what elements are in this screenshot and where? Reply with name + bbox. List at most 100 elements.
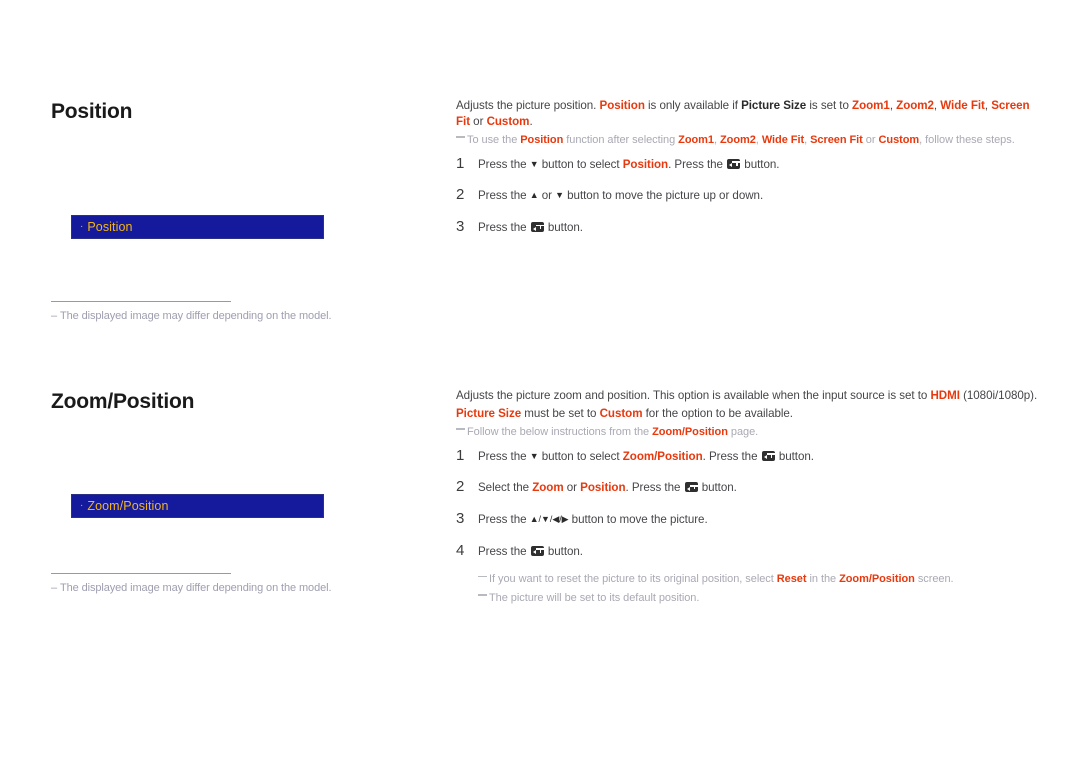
footnote-divider: [51, 301, 231, 302]
intro-highlight-custom: Custom: [486, 115, 530, 129]
intro-highlight-custom: Custom: [599, 407, 643, 421]
intro-text: or: [470, 115, 487, 129]
intro-text: .: [529, 115, 533, 129]
enter-key-icon: [530, 222, 544, 233]
subnote-text: in the: [806, 573, 840, 586]
intro-highlight-position: Position: [599, 99, 645, 112]
enter-key-icon: [684, 482, 698, 493]
osd-bullet-icon: ·: [80, 221, 84, 232]
intro-text: must be set to: [521, 407, 600, 421]
arrow-up-icon: ▲: [529, 190, 539, 201]
note-dash-icon: [456, 136, 465, 138]
note-highlight-screen-fit: Screen Fit: [810, 133, 863, 146]
note-position-usage: To use the Position function after selec…: [456, 133, 1041, 149]
step-text-part: . Press the: [702, 449, 761, 463]
note-text: or: [862, 133, 879, 146]
page-title-position: Position: [51, 100, 133, 123]
note-text: , follow these steps.: [919, 133, 1015, 146]
step-text: Press the button.: [478, 218, 583, 236]
step-item: 2 Select the Zoom or Position. Press the…: [456, 478, 1041, 496]
note-text: page.: [727, 425, 759, 438]
note-dash-icon: [456, 428, 465, 430]
subnote-text: If you want to reset the picture to its …: [489, 573, 777, 586]
subnote-text: screen.: [914, 573, 954, 586]
note-highlight-position: Position: [520, 133, 564, 146]
step-text: Press the ▼ button to select Zoom/Positi…: [478, 447, 814, 465]
intro-bold-picture-size: Picture Size: [741, 99, 807, 112]
intro-text: is set to: [806, 99, 853, 112]
intro-text: Adjusts the picture zoom and position. T…: [456, 389, 931, 402]
step-number: 3: [456, 510, 465, 528]
step-text: Select the Zoom or Position. Press the b…: [478, 478, 737, 496]
footnote-model-disclaimer: – The displayed image may differ dependin…: [51, 582, 332, 594]
step-number: 2: [456, 478, 465, 496]
step-text: Press the ▼ button to select Position. P…: [478, 155, 779, 173]
step-text-part: button.: [741, 157, 780, 171]
step-number: 4: [456, 541, 465, 559]
intro-text: Adjusts the picture position.: [456, 99, 600, 112]
intro-text: for the option to be available.: [642, 407, 793, 421]
step-text-part: button.: [775, 449, 814, 463]
note-dash-icon: [478, 575, 487, 578]
subnote-highlight-zoom-position: Zoom/Position: [839, 573, 915, 586]
step-text-part: Press the: [478, 449, 530, 463]
step-text-part: button.: [544, 544, 583, 558]
step-number: 1: [456, 446, 465, 464]
intro-highlight-hdmi: HDMI: [930, 389, 960, 402]
section-body-position: Adjusts the picture position. Position i…: [456, 98, 1041, 250]
enter-key-icon: [530, 545, 544, 556]
intro-highlight-picture-size: Picture Size: [456, 407, 522, 421]
step-text-part: button to select: [538, 157, 623, 171]
step-text-part: button.: [544, 221, 583, 235]
step-text-part: . Press the: [668, 157, 727, 171]
note-highlight-zoom2: Zoom2: [719, 133, 756, 146]
footnote-dash-icon: –: [51, 310, 58, 322]
intro-paragraph-position: Adjusts the picture position. Position i…: [456, 98, 1041, 131]
step-text-part: Press the: [478, 157, 530, 171]
note-highlight-wide-fit: Wide Fit: [761, 133, 805, 146]
step-text-part: Press the: [478, 221, 530, 235]
step-text-part: or: [563, 481, 581, 495]
direction-arrows-icon: ▲/▼/◀/▶: [529, 514, 569, 525]
step-item: 1 Press the ▼ button to select Position.…: [456, 155, 1041, 173]
intro-paragraph-picture-size: Picture Size must be set to Custom for t…: [456, 406, 1041, 422]
arrow-down-icon: ▼: [529, 158, 539, 169]
subnote-text: The picture will be set to its default p…: [489, 591, 700, 604]
footnote-text: The displayed image may differ depending…: [60, 310, 332, 322]
step-text-part: or: [538, 189, 556, 203]
note-highlight-zoom-position: Zoom/Position: [652, 425, 728, 438]
step-item: 4 Press the button.: [456, 542, 1041, 560]
steps-list-position: 1 Press the ▼ button to select Position.…: [456, 155, 1041, 236]
intro-text: is only available if: [644, 99, 742, 112]
osd-menu-label: Position: [87, 220, 133, 234]
osd-menu-item-zoom-position[interactable]: · Zoom/Position: [71, 494, 324, 518]
step-highlight-zoom-position: Zoom/Position: [622, 449, 703, 463]
step-text-part: Press the: [478, 513, 530, 527]
footnote-text: The displayed image may differ depending…: [60, 582, 332, 594]
note-text: Follow the below instructions from the: [467, 425, 653, 438]
section-body-zoom-position: Adjusts the picture zoom and position. T…: [456, 388, 1041, 608]
note-text: function after selecting: [563, 133, 679, 146]
subnote-highlight-reset: Reset: [776, 573, 807, 586]
step-highlight-position: Position: [580, 481, 626, 495]
intro-highlight-zoom1: Zoom1: [852, 99, 890, 112]
step-number: 1: [456, 154, 465, 172]
step-text-part: button to move the picture up or down.: [563, 189, 764, 203]
osd-menu-label: Zoom/Position: [87, 499, 169, 513]
step-text-part: Press the: [478, 189, 530, 203]
step-text-part: Select the: [478, 481, 533, 495]
note-highlight-zoom1: Zoom1: [678, 133, 714, 146]
step-text: Press the ▲ or ▼ button to move the pict…: [478, 186, 763, 204]
osd-menu-item-position[interactable]: · Position: [71, 215, 324, 239]
step-item: 3 Press the button.: [456, 218, 1041, 236]
step-text-part: Press the: [478, 544, 530, 558]
enter-key-icon: [761, 450, 775, 461]
intro-highlight-zoom2: Zoom2: [896, 99, 934, 112]
footnote-dash-icon: –: [51, 582, 58, 594]
step-highlight-zoom: Zoom: [532, 481, 564, 495]
step-number: 3: [456, 218, 465, 236]
page-title-zoom-position: Zoom/Position: [51, 390, 195, 413]
step-text-part: button to move the picture.: [568, 513, 708, 527]
intro-paragraph-zoom-position: Adjusts the picture zoom and position. T…: [456, 388, 1041, 404]
step-text-part: . Press the: [625, 481, 684, 495]
